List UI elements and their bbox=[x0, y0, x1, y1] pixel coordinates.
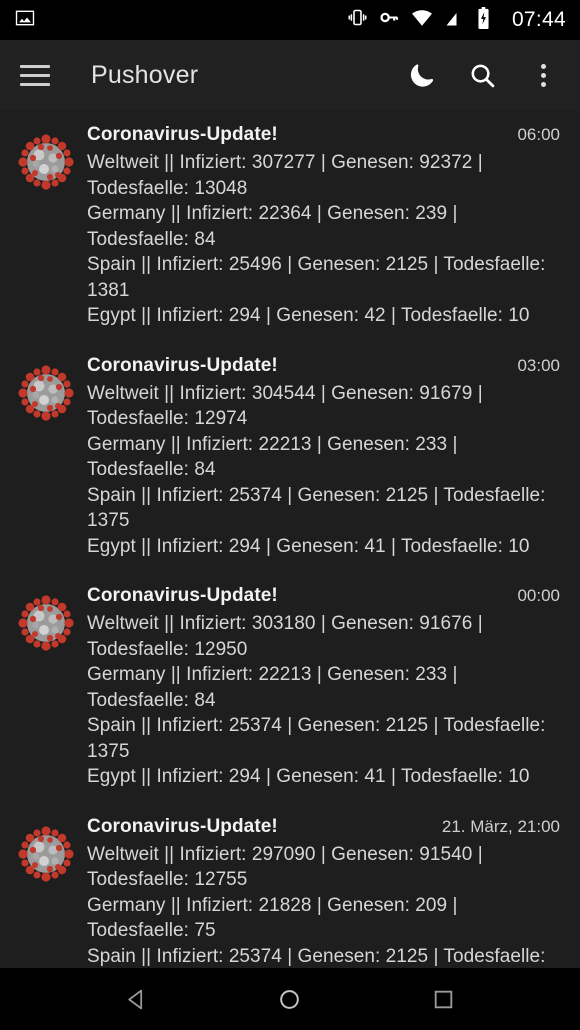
app-title: Pushover bbox=[91, 60, 199, 89]
cellular-signal-icon bbox=[444, 8, 464, 33]
message-timestamp: 03:00 bbox=[517, 355, 560, 375]
app-bar-actions bbox=[406, 60, 562, 90]
list-item[interactable]: Coronavirus-Update! 03:00 Weltweit || In… bbox=[0, 341, 580, 572]
message-title: Coronavirus-Update! bbox=[87, 815, 278, 837]
message-body: Weltweit || Infiziert: 304544 | Genesen:… bbox=[87, 382, 546, 557]
message-title: Coronavirus-Update! bbox=[87, 585, 278, 606]
battery-charging-icon bbox=[475, 6, 492, 34]
coronavirus-icon bbox=[14, 130, 78, 194]
message-title: Coronavirus-Update! bbox=[87, 354, 278, 376]
app-bar: Pushover bbox=[0, 40, 580, 110]
message-body: Weltweit || Infiziert: 303180 | Genesen:… bbox=[87, 613, 546, 787]
list-item[interactable]: Coronavirus-Update! 21. März, 21:00 Welt… bbox=[0, 802, 580, 969]
android-navigation-bar bbox=[0, 968, 580, 1030]
image-icon bbox=[14, 7, 36, 34]
wifi-icon bbox=[411, 7, 433, 34]
vibrate-icon bbox=[347, 7, 368, 33]
message-timestamp: 06:00 bbox=[517, 125, 560, 144]
hamburger-menu-icon[interactable] bbox=[18, 58, 52, 92]
list-item[interactable]: Coronavirus-Update! 00:00 Weltweit || In… bbox=[0, 571, 580, 802]
status-bar-clock: 07:44 bbox=[511, 8, 566, 31]
home-circle-icon[interactable] bbox=[260, 977, 320, 1021]
notification-list[interactable]: Coronavirus-Update! 06:00 Weltweit || In… bbox=[0, 110, 580, 968]
more-vertical-icon[interactable] bbox=[528, 60, 558, 90]
vpn-key-icon bbox=[379, 7, 400, 33]
recents-square-icon[interactable] bbox=[413, 977, 473, 1021]
message-timestamp: 21. März, 21:00 bbox=[441, 816, 560, 836]
coronavirus-icon bbox=[14, 822, 78, 886]
coronavirus-icon bbox=[14, 361, 78, 425]
pushover-app-window: 07:44 Pushover Coronavirus-Update! 06:00… bbox=[0, 0, 580, 1030]
search-icon[interactable] bbox=[467, 60, 497, 90]
list-item[interactable]: Coronavirus-Update! 06:00 Weltweit || In… bbox=[0, 110, 580, 341]
back-triangle-icon[interactable] bbox=[107, 977, 167, 1021]
message-body: Weltweit || Infiziert: 307277 | Genesen:… bbox=[87, 152, 546, 326]
message-title: Coronavirus-Update! bbox=[87, 124, 278, 145]
coronavirus-icon bbox=[14, 591, 78, 655]
message-body: Weltweit || Infiziert: 297090 | Genesen:… bbox=[87, 843, 546, 967]
android-status-bar: 07:44 bbox=[0, 0, 580, 40]
moon-icon[interactable] bbox=[406, 60, 436, 90]
message-timestamp: 00:00 bbox=[517, 586, 560, 605]
